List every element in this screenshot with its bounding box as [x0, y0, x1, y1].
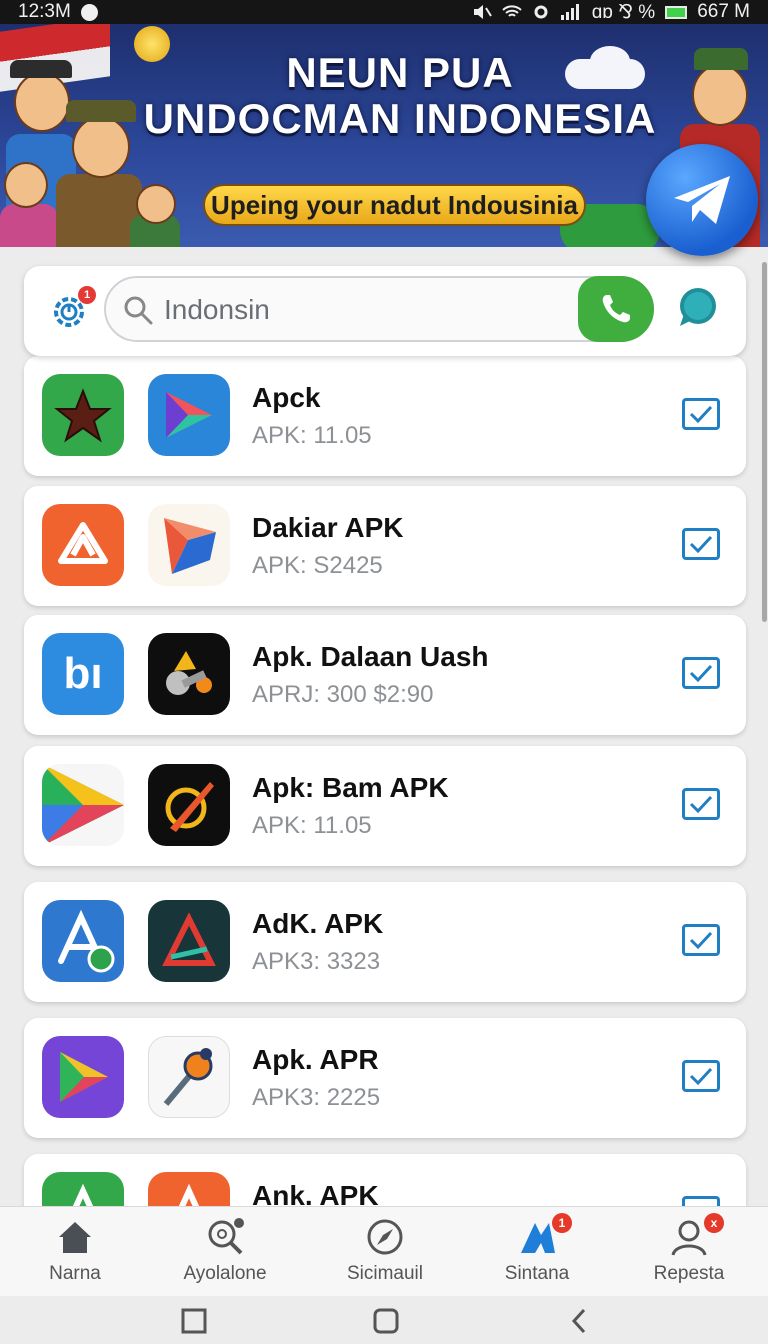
chat-bubble-icon[interactable]: [674, 286, 720, 332]
home-button-icon[interactable]: [372, 1308, 400, 1334]
search-magnifier-icon: [208, 1218, 244, 1255]
wifi-icon: [502, 5, 522, 17]
back-icon[interactable]: [566, 1308, 594, 1334]
search-card: 1: [24, 266, 746, 356]
notification-dot-icon: [80, 3, 98, 21]
profile-icon: [671, 1220, 707, 1256]
nav-item-home[interactable]: Narna: [0, 1207, 150, 1297]
nav-badge: x: [704, 1213, 724, 1233]
status-time: 12:3M: [18, 1, 71, 22]
nav-label: Sicimauil: [346, 1263, 424, 1284]
signal-icon: [560, 4, 579, 20]
nav-item-store[interactable]: 1 Sintana: [462, 1207, 612, 1297]
phone-icon: [602, 295, 630, 323]
app-title: Apck: [252, 382, 321, 413]
app-title: Dakiar APK: [252, 512, 404, 543]
app-subtitle: APK: S2425: [252, 552, 383, 579]
check-icon: [689, 795, 713, 814]
app-icon-letter-a: [42, 504, 124, 586]
nav-label: Repesta: [653, 1263, 725, 1284]
nav-item-explore[interactable]: Ayolalone: [150, 1207, 300, 1297]
app-icon-gear-crown: [148, 633, 230, 715]
check-icon: [689, 1067, 713, 1086]
status-bar: 12:3M ɑɒ ⅋ % 667 M: [0, 0, 768, 24]
app-icon-pin: [148, 1036, 230, 1118]
check-icon: [689, 405, 713, 424]
app-icon-star: [42, 374, 124, 456]
checkbox-checked[interactable]: [682, 1060, 720, 1092]
nav-item-discover[interactable]: Sicimauil: [310, 1207, 460, 1297]
bottom-navigation: Narna Ayolalone Sicimauil 1 Sintana x Re…: [0, 1206, 768, 1296]
list-item[interactable]: AdK. APK APK3: 3323: [24, 882, 746, 1002]
check-icon: [689, 535, 713, 554]
status-battery-text: 667 M: [697, 1, 750, 22]
app-icon-bi: bı: [42, 633, 124, 715]
list-item[interactable]: Apk: Bam APK APK: 11.05: [24, 746, 746, 866]
status-right-text: ɑɒ ⅋ %: [591, 1, 656, 23]
app-icon-play-cube: [148, 374, 230, 456]
system-navigation-bar: [0, 1296, 768, 1344]
app-subtitle: APK3: 3323: [252, 948, 381, 975]
check-icon: [689, 931, 713, 950]
banner-title-line1: NEUN PUA: [286, 49, 514, 96]
app-title: AdK. APK: [252, 908, 384, 939]
app-title: Apk. Dalaan Uash: [252, 641, 489, 672]
settings-icon: [534, 5, 548, 19]
app-icon-brush: [148, 764, 230, 846]
compass-icon: [367, 1219, 403, 1255]
app-subtitle: APK: 11.05: [252, 812, 372, 839]
app-icon-play-purple: [42, 1036, 124, 1118]
app-subtitle: APK: 11.05: [252, 422, 372, 449]
nav-label: Sintana: [504, 1263, 570, 1284]
recent-apps-icon[interactable]: [180, 1308, 208, 1334]
nav-item-profile[interactable]: x Repesta: [614, 1207, 764, 1297]
checkbox-checked[interactable]: [682, 924, 720, 956]
app-icon-play: [42, 764, 124, 846]
app-subtitle: APRJ: 300 $2:90: [252, 681, 434, 708]
app-subtitle: APK3: 2225: [252, 1084, 381, 1111]
checkbox-checked[interactable]: [682, 528, 720, 560]
app-store-icon: [42, 900, 124, 982]
home-icon: [59, 1222, 91, 1253]
list-item[interactable]: Dakiar APK APK: S2425: [24, 486, 746, 606]
search-field[interactable]: [104, 276, 654, 342]
search-input[interactable]: [164, 288, 564, 332]
checkbox-checked[interactable]: [682, 657, 720, 689]
list-item[interactable]: bı Apk. Dalaan Uash APRJ: 300 $2:90: [24, 615, 746, 735]
telegram-plane-icon[interactable]: [646, 144, 758, 256]
nav-label: Narna: [49, 1263, 101, 1284]
banner-subtitle-pill[interactable]: Upeing your nadut Indousinia: [203, 184, 586, 226]
nav-badge: 1: [552, 1213, 572, 1233]
check-icon: [689, 664, 713, 683]
scrollbar[interactable]: [762, 262, 767, 622]
nav-label: Ayolalone: [183, 1263, 267, 1284]
banner-title: NEUN PUA UNDOCMAN INDONESIA: [130, 50, 670, 142]
app-icon-triangle: [148, 900, 230, 982]
checkbox-checked[interactable]: [682, 398, 720, 430]
app-title: Apk: Bam APK: [252, 772, 449, 803]
app-store-icon: [521, 1223, 555, 1253]
banner-title-line2: UNDOCMAN INDONESIA: [143, 95, 657, 142]
battery-icon: [665, 5, 688, 19]
app-title: Apk. APR: [252, 1044, 379, 1075]
list-item[interactable]: Apk. APR APK3: 2225: [24, 1018, 746, 1138]
call-button[interactable]: [578, 276, 654, 342]
search-icon: [122, 294, 154, 326]
mute-icon: [473, 5, 492, 19]
notification-badge: 1: [78, 286, 96, 304]
list-item[interactable]: Apck APK: 11.05: [24, 356, 746, 476]
checkbox-checked[interactable]: [682, 788, 720, 820]
app-screen: 12:3M ɑɒ ⅋ % 667 M NEUN PUA UNDOCMAN IND…: [0, 0, 768, 1344]
app-icon-flag-cube: [148, 504, 230, 586]
